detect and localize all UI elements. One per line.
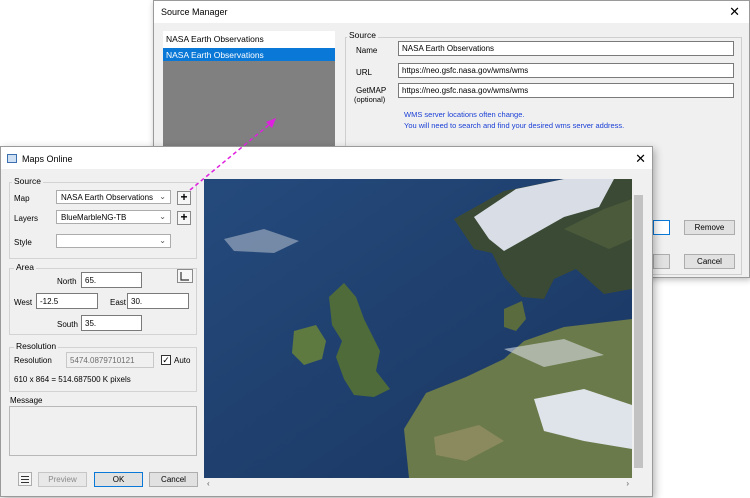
east-field[interactable]: 30.: [127, 293, 189, 309]
remove-button[interactable]: Remove: [684, 220, 735, 235]
window-title: Maps Online: [22, 154, 73, 164]
east-label: East: [110, 298, 127, 307]
getmap-optional-label: (optional): [354, 95, 386, 104]
south-label: South: [57, 320, 78, 329]
ok-button[interactable]: OK: [94, 472, 143, 487]
chevron-down-icon: ⌄: [159, 212, 166, 221]
source-legend: Source: [12, 176, 43, 186]
satellite-map-image: [204, 179, 632, 478]
west-field[interactable]: -12.5: [36, 293, 98, 309]
menu-button[interactable]: [18, 472, 32, 486]
north-label: North: [57, 277, 77, 286]
layers-select[interactable]: BlueMarbleNG-TB ⌄: [56, 210, 171, 224]
map-label: Map: [14, 194, 30, 203]
south-field[interactable]: 35.: [81, 315, 142, 331]
map-select[interactable]: NASA Earth Observations ⌄: [56, 190, 171, 204]
resolution-legend: Resolution: [14, 341, 59, 351]
layers-label: Layers: [14, 214, 39, 223]
style-select[interactable]: ⌄: [56, 234, 171, 248]
corner-icon: [180, 272, 189, 281]
style-label: Style: [14, 238, 32, 247]
url-label: URL: [356, 68, 373, 77]
map-select-value: NASA Earth Observations: [61, 193, 154, 202]
cancel-button[interactable]: Cancel: [684, 254, 735, 269]
ok-button-partial[interactable]: [653, 254, 670, 269]
area-legend: Area: [14, 262, 36, 272]
select-area-button[interactable]: [177, 269, 193, 283]
wms-note: WMS server locations often change. You w…: [404, 109, 624, 131]
map-preview[interactable]: [204, 179, 632, 478]
name-field[interactable]: NASA Earth Observations: [398, 41, 734, 56]
list-item[interactable]: NASA Earth Observations: [166, 34, 264, 44]
maps-online-window: Maps Online ✕ Source Map NASA Earth Obse…: [0, 146, 653, 497]
source-legend: Source: [347, 30, 378, 40]
scrollbar-thumb[interactable]: [634, 195, 643, 468]
cancel-button[interactable]: Cancel: [149, 472, 198, 487]
west-label: West: [14, 298, 33, 307]
getmap-field[interactable]: https://neo.gsfc.nasa.gov/wms/wms: [398, 83, 734, 98]
message-box[interactable]: [9, 406, 197, 456]
pixel-count-text: 610 x 864 = 514.687500 K pixels: [14, 375, 131, 384]
hamburger-icon: [21, 475, 29, 483]
window-title: Source Manager: [161, 7, 228, 17]
wms-note-line1: WMS server locations often change.: [404, 110, 525, 119]
resolution-label: Resolution: [14, 356, 52, 365]
layers-select-value: BlueMarbleNG-TB: [61, 213, 127, 222]
name-label: Name: [356, 46, 378, 55]
close-icon[interactable]: ✕: [729, 5, 740, 18]
chevron-down-icon: ⌄: [159, 236, 166, 245]
close-icon[interactable]: ✕: [635, 152, 646, 165]
source-manager-titlebar[interactable]: Source Manager ✕: [154, 1, 749, 23]
chevron-down-icon: ⌄: [159, 192, 166, 201]
wms-note-line2: You will need to search and find your de…: [404, 121, 625, 130]
url-field[interactable]: https://neo.gsfc.nasa.gov/wms/wms: [398, 63, 734, 78]
scroll-right-icon[interactable]: ›: [626, 479, 629, 488]
resolution-field: 5474.0879710121: [66, 352, 154, 368]
auto-checkbox[interactable]: ✓: [161, 355, 171, 365]
message-label: Message: [10, 396, 43, 405]
map-horizontal-scrollbar[interactable]: ‹ ›: [204, 478, 632, 490]
preview-button[interactable]: Preview: [38, 472, 87, 487]
list-item-selected[interactable]: NASA Earth Observations: [163, 48, 335, 61]
add-button-partial[interactable]: [653, 220, 670, 235]
add-layer-button[interactable]: +: [177, 211, 191, 225]
maps-online-titlebar[interactable]: Maps Online ✕: [1, 147, 652, 169]
getmap-label: GetMAP: [356, 86, 387, 95]
app-icon: [7, 154, 17, 163]
source-list[interactable]: NASA Earth Observations NASA Earth Obser…: [163, 31, 335, 61]
auto-label: Auto: [174, 356, 191, 365]
add-source-button[interactable]: +: [177, 191, 191, 205]
north-field[interactable]: 65.: [81, 272, 142, 288]
scroll-left-icon[interactable]: ‹: [207, 479, 210, 488]
